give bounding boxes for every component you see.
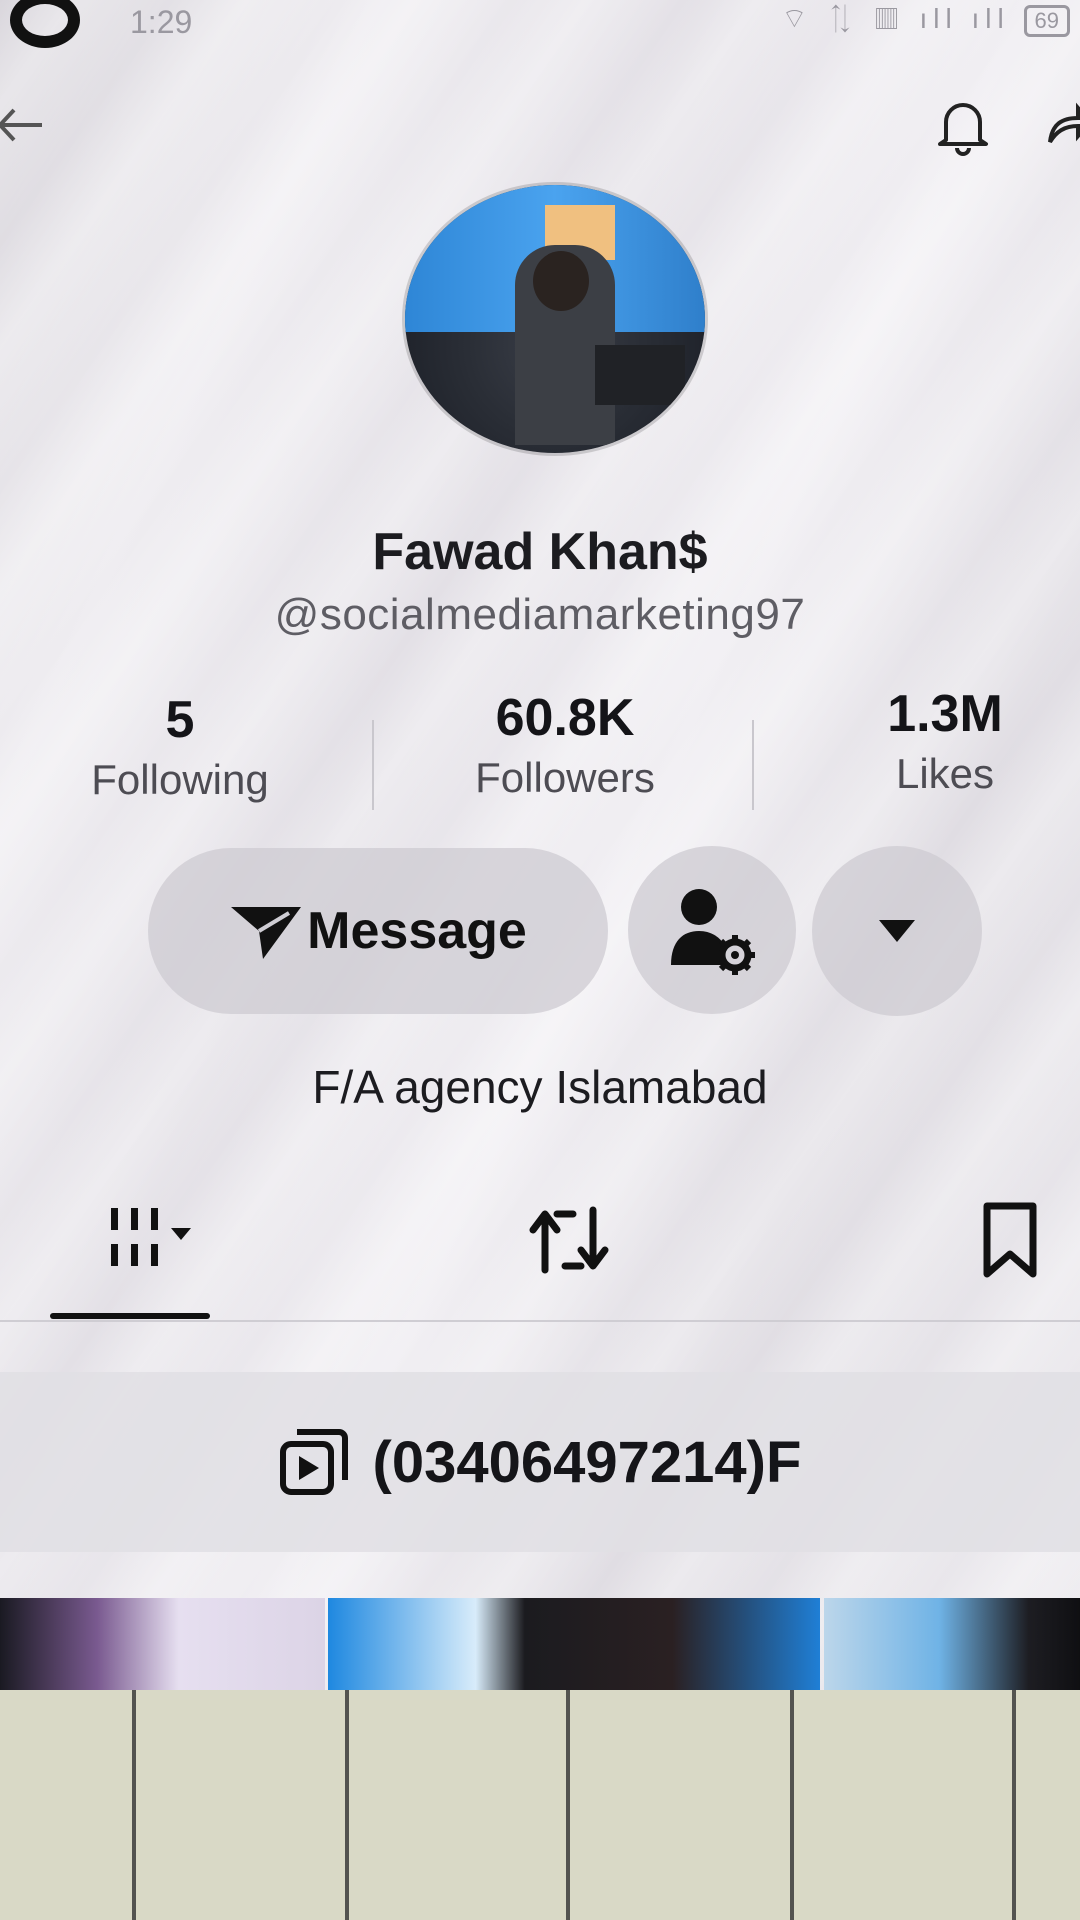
profile-settings-button[interactable] [628,846,796,1014]
more-options-button[interactable] [812,846,982,1016]
paper-line [566,1690,570,1920]
likes-label: Likes [895,750,995,797]
following-label: Following [91,756,269,803]
followers-label: Followers [475,754,655,801]
message-button-label: Message [307,902,527,960]
status-icons: ⌔ ⇅ ▥ ıll ıll 69 [781,2,1070,37]
video-thumbnail[interactable] [0,1598,325,1690]
display-name: Fawad Khan$ [372,523,708,581]
status-time: 1:29 [130,4,193,40]
paper-line [790,1690,794,1920]
bell-icon[interactable] [928,90,998,160]
grid-icon [111,1208,191,1266]
stat-likes[interactable]: 1.3M Likes [840,684,1050,798]
phone-screen: 1:29 ⌔ ⇅ ▥ ıll ıll 69 Fawad Khan$ @socia… [0,0,1080,1690]
share-icon[interactable] [1040,92,1080,152]
bookmark-icon [983,1202,1037,1278]
playlist-label: (03406497214)F [372,1429,802,1495]
tabs-divider [0,1320,1080,1322]
tab-reposts[interactable] [505,1185,635,1295]
active-tab-indicator [50,1313,210,1319]
likes-count: 1.3M [887,685,1003,743]
chevron-down-icon [879,920,915,942]
stat-followers[interactable]: 60.8K Followers [440,688,690,802]
notebook-paper [0,1690,1080,1920]
back-arrow-icon[interactable] [0,100,44,150]
playlist-item[interactable]: (03406497214)F [0,1372,1080,1552]
stat-following[interactable]: 5 Following [60,690,300,804]
followers-count: 60.8K [495,689,635,747]
profile-tabs [0,1185,1080,1325]
repost-icon [529,1206,609,1274]
person-gear-icon [671,889,755,975]
paper-line [132,1690,136,1920]
paper-line [1012,1690,1016,1920]
following-count: 5 [165,691,195,749]
status-bar: 1:29 ⌔ ⇅ ▥ ıll ıll 69 [0,0,1080,48]
video-thumbnail[interactable] [328,1598,820,1690]
tab-videos[interactable] [60,1185,210,1295]
stat-divider [752,720,754,810]
profile-bio: F/A agency Islamabad [312,1061,768,1113]
stat-divider [372,720,374,810]
message-button[interactable]: Message [148,848,608,1014]
send-icon [231,907,302,959]
video-thumbnail[interactable] [824,1598,1080,1690]
username: @socialmediamarketing97 [274,590,806,639]
playlist-icon [279,1429,348,1495]
battery-icon: 69 [1023,5,1070,37]
front-camera [10,0,80,48]
tab-saved[interactable] [960,1185,1060,1295]
signal-indicators: ⌔ ⇅ ▥ ıll ıll [781,3,1010,34]
profile-avatar[interactable] [405,185,705,453]
paper-line [345,1690,349,1920]
avatar-head [533,251,589,311]
video-grid [0,1598,1080,1690]
avatar-laptop [595,345,685,405]
